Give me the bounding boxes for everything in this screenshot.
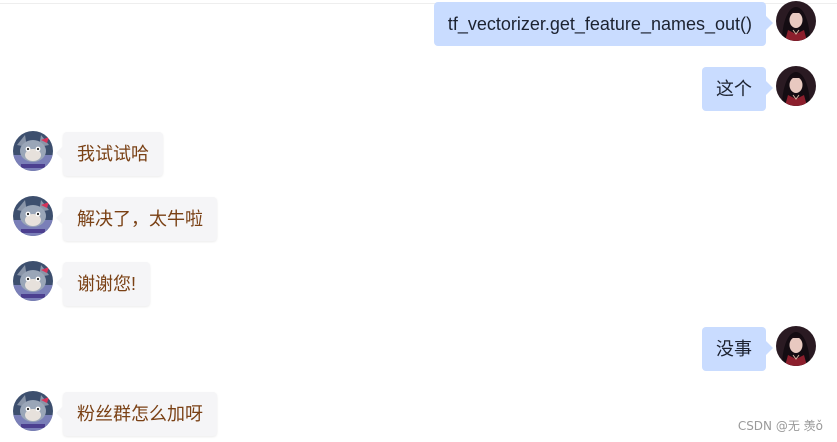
user-avatar-icon[interactable]: [776, 326, 816, 366]
csdn-watermark: CSDN @无 羡ǒ: [737, 419, 823, 433]
message-bubble[interactable]: 粉丝群怎么加呀: [56, 392, 217, 436]
message-bubble[interactable]: 没事: [702, 327, 773, 371]
message-item: 我试试哈: [0, 131, 837, 177]
contact-avatar-icon[interactable]: [13, 131, 53, 171]
chat-message-list[interactable]: tf_vectorizer.get_feature_names_out() 这个: [0, 0, 837, 442]
message-bubble[interactable]: 这个: [702, 67, 773, 111]
contact-avatar-icon[interactable]: [13, 261, 53, 301]
contact-avatar-icon[interactable]: [13, 196, 53, 236]
message-bubble[interactable]: 我试试哈: [56, 132, 163, 176]
message-item: 没事: [0, 326, 837, 372]
user-avatar-icon[interactable]: [776, 66, 816, 106]
message-item: tf_vectorizer.get_feature_names_out(): [0, 1, 837, 47]
message-item: 解决了，太牛啦: [0, 196, 837, 242]
message-item: 谢谢您!: [0, 261, 837, 307]
contact-avatar-icon[interactable]: [13, 391, 53, 431]
message-item: 粉丝群怎么加呀: [0, 391, 837, 437]
user-avatar-icon[interactable]: [776, 1, 816, 41]
message-bubble[interactable]: tf_vectorizer.get_feature_names_out(): [433, 2, 774, 46]
message-bubble[interactable]: 谢谢您!: [55, 262, 151, 306]
message-bubble[interactable]: 解决了，太牛啦: [56, 197, 217, 241]
message-item: 这个: [0, 66, 837, 112]
